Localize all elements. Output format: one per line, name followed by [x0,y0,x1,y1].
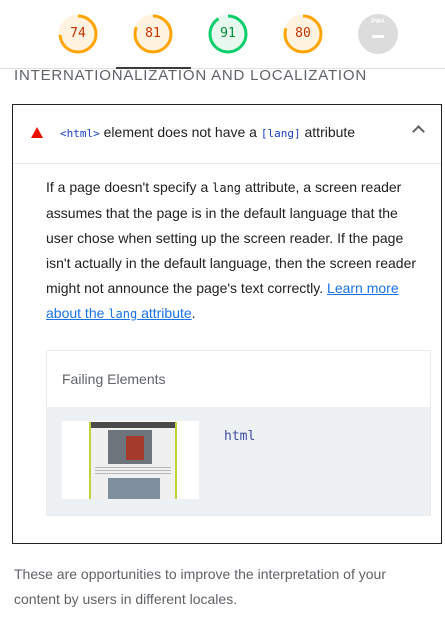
table-header: Failing Elements [47,351,430,407]
page-text-lines [95,467,171,475]
desc-end: . [191,305,196,321]
audit-description: If a page doesn't specify a lang attribu… [46,175,421,327]
link-code: lang [108,307,138,321]
chevron-up-icon[interactable] [412,125,425,138]
score-gauge-accessibility[interactable]: 81 [133,14,173,54]
lighthouse-report: 74 81 91 80 PWA INTERNATIONALIZATION AND… [0,0,445,621]
failing-elements-header: Failing Elements [62,371,166,387]
node-snippet[interactable]: html [224,429,255,444]
group-description: These are opportunities to improve the i… [14,566,386,607]
table-row[interactable]: html [47,407,430,515]
audit-title-end: attribute [300,124,356,140]
element-screenshot-thumbnail[interactable] [62,421,199,499]
score-gauges-bar: 74 81 91 80 PWA [0,0,445,69]
score-value: 91 [220,26,236,41]
page-photo-detail [126,436,144,460]
audit-html-has-lang: <html> element does not have a [lang] at… [12,104,442,544]
score-gauge-best-practices[interactable]: 91 [208,14,248,54]
audit-title-code: <html> [60,127,100,140]
category-title: INTERNATIONALIZATION AND LOCALIZATION [14,67,367,84]
page-photo-2 [108,478,160,499]
pwa-label: PWA [371,19,385,25]
score-gauge-performance[interactable]: 74 [58,14,98,54]
score-value: 80 [295,26,311,41]
desc-text-2: attribute, a screen reader assumes that … [46,179,417,296]
desc-text-1: If a page doesn't specify a [46,179,213,195]
page-header-bar [91,422,175,428]
audit-title-text: element does not have a [99,124,261,140]
audit-title: <html> element does not have a [lang] at… [60,124,355,140]
score-gauge-seo[interactable]: 80 [283,14,323,54]
audit-title-attr: [lang] [260,127,301,140]
score-gauge-pwa[interactable]: PWA [358,14,398,54]
failing-elements-table: Failing Elements html [46,350,431,516]
link-text-2: attribute [137,305,192,321]
fail-triangle-icon [31,127,43,138]
score-value: 74 [70,26,86,41]
desc-code: lang [212,181,242,195]
page-frame [89,422,177,499]
score-value: 81 [145,26,161,41]
audit-header[interactable]: <html> element does not have a [lang] at… [13,105,441,164]
dash-icon [372,35,384,38]
